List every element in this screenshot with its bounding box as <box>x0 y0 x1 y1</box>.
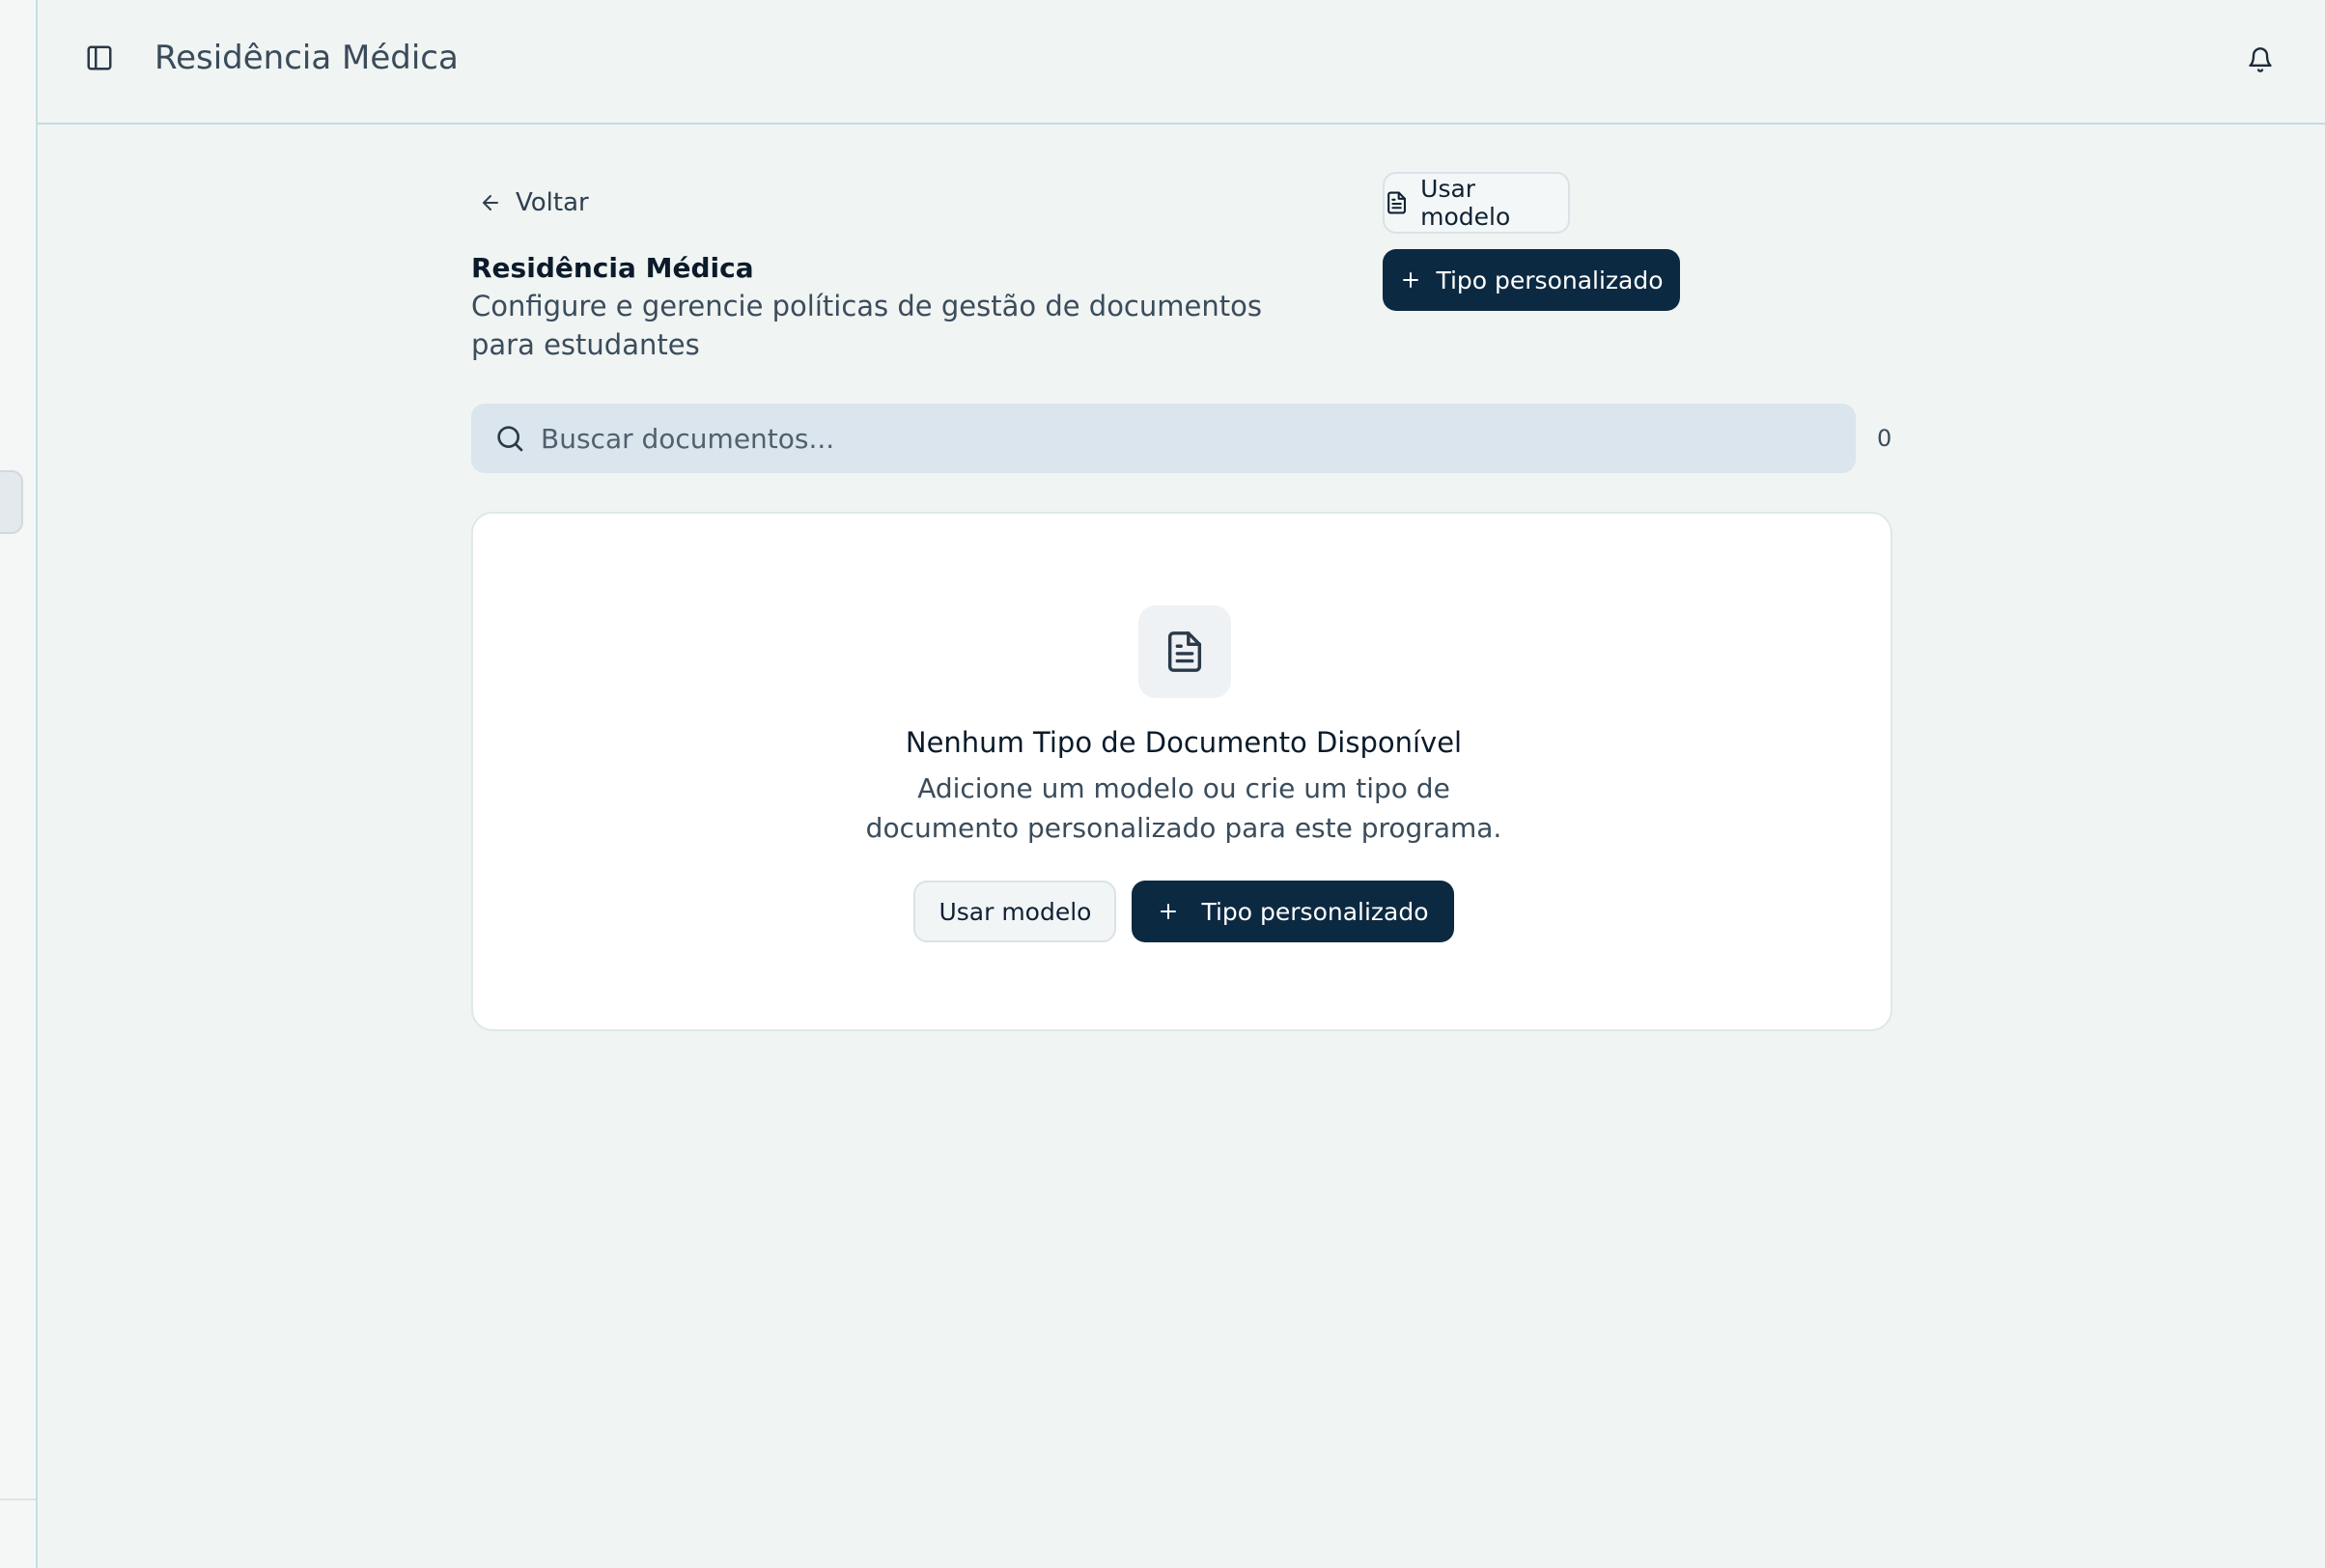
top-header: Residência Médica <box>38 0 2325 125</box>
use-template-label: Usar modelo <box>1420 175 1511 231</box>
search-input[interactable] <box>541 422 1796 455</box>
custom-type-label: Tipo personalizado <box>1436 266 1664 294</box>
app-root: Residência Médica Voltar Residência Médi… <box>0 0 2325 1568</box>
plus-icon <box>1403 272 1419 288</box>
empty-state-card: Nenhum Tipo de Documento Disponível Adic… <box>471 512 1892 1031</box>
file-text-icon <box>1167 631 1202 672</box>
sidebar-collapsed <box>0 0 38 1568</box>
use-template-button[interactable]: Usar modelo <box>1383 172 1570 234</box>
back-link[interactable]: Voltar <box>479 182 589 223</box>
header-title: Residência Médica <box>154 39 459 77</box>
plus-icon <box>1161 904 1177 919</box>
empty-use-template-label: Usar modelo <box>938 897 1092 926</box>
empty-state-actions: Usar modelo Tipo personalizado <box>473 881 1894 942</box>
bell-icon[interactable] <box>2239 39 2282 81</box>
file-text-icon <box>1387 191 1407 214</box>
page-title: Residência Médica <box>471 252 754 284</box>
search-box <box>471 404 1856 473</box>
empty-state-description: Adicione um modelo ou crie um tipo de do… <box>865 772 1502 844</box>
sidebar-toggle-icon[interactable] <box>80 39 119 77</box>
arrow-left-icon <box>483 195 498 210</box>
back-link-label: Voltar <box>516 188 589 217</box>
search-icon <box>497 426 523 452</box>
sidebar-expand-handle[interactable] <box>0 470 23 534</box>
empty-state-title: Nenhum Tipo de Documento Disponível <box>905 726 1463 759</box>
empty-custom-type-label: Tipo personalizado <box>1201 897 1429 926</box>
empty-use-template-button[interactable]: Usar modelo <box>913 881 1117 942</box>
custom-type-button[interactable]: Tipo personalizado <box>1383 249 1680 311</box>
result-count: 0 <box>1877 425 1892 452</box>
empty-custom-type-button[interactable]: Tipo personalizado <box>1132 881 1454 942</box>
page-subtitle: Configure e gerencie políticas de gestão… <box>471 290 1262 361</box>
empty-state-icon-container <box>1138 605 1231 698</box>
sidebar-divider <box>0 1498 36 1500</box>
